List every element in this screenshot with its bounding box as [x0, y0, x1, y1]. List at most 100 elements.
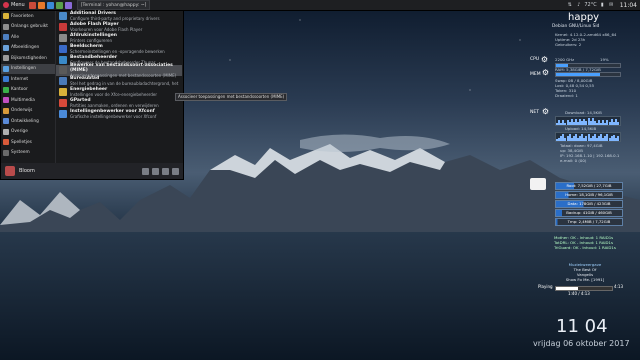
file-manager-launcher-icon[interactable]	[46, 1, 54, 9]
category-label: Onlangs gebruikt	[11, 24, 48, 30]
network-icon[interactable]: ⇅	[566, 2, 573, 9]
temperature-label: 72°C	[584, 2, 597, 8]
system-info: Kernel: 4.12.0-2-amd64 x86_64 Uptime: 2d…	[555, 32, 616, 47]
cpu-icon: ⚙	[540, 55, 549, 64]
app-description: Printers configureren	[70, 37, 113, 43]
menu-app-item[interactable]: Adobe Flash Player Voorkeuren voor Adobe …	[56, 22, 182, 33]
app-description: Schermeinstellingen en -opvragende bewer…	[70, 48, 165, 54]
logout-icon[interactable]	[172, 167, 179, 175]
category-icon	[3, 118, 9, 125]
editor-launcher-icon[interactable]	[55, 1, 63, 9]
menu-app-item[interactable]: Bureaublad Stel het gedrag in van de bure…	[56, 76, 182, 87]
menu-category-item[interactable]: Overige	[1, 127, 55, 138]
menu-category-item[interactable]: Favorieten	[1, 11, 55, 22]
disk-usage-bar: Tmp: 2,4MiB / 7,72GiB	[555, 218, 623, 226]
menu-category-item[interactable]: Onlangs gebruikt	[1, 22, 55, 33]
settings-icon[interactable]	[142, 167, 149, 175]
raid-status: Mother: OK - Inhoud: 1 RAID1s TotDRL: OK…	[554, 235, 616, 250]
menu-app-item[interactable]: Afdrukinstellingen Printers configureren	[56, 33, 182, 44]
menu-category-item[interactable]: Internet	[1, 74, 55, 85]
battery-icon[interactable]: ▮	[599, 2, 606, 9]
category-label: Spelletjes	[11, 139, 32, 145]
firefox-launcher-icon[interactable]	[37, 1, 45, 9]
user-avatar	[5, 166, 15, 176]
whisker-menu-button[interactable]: Menu	[0, 0, 28, 10]
media-launcher-icon[interactable]	[64, 1, 72, 9]
category-label: Bijkomstigheden	[11, 55, 47, 61]
app-title: Bewerker van bestandssoort-associaties (…	[70, 62, 173, 73]
memory-info: Swap: 0B / 8,00GiB Lost: 0,48 0,54 0,55 …	[555, 78, 594, 98]
download-rate: Download: 14,5KiB	[565, 110, 602, 115]
category-icon	[3, 55, 9, 62]
category-icon	[3, 44, 9, 51]
disk-usage-bar: Root: 7,52GiB / 27,7GiB	[555, 182, 623, 190]
app-text: Instellingenbewerker voor Xfconf Grafisch…	[70, 109, 156, 119]
terminal-launcher-icon[interactable]	[28, 1, 36, 9]
download-graph	[555, 116, 621, 126]
category-label: Favorieten	[11, 13, 34, 19]
menu-app-item[interactable]: Additional Drivers Configure third-party …	[56, 11, 182, 22]
menu-category-item[interactable]: Spelletjes	[1, 137, 55, 148]
category-label: Alle	[11, 34, 19, 40]
mem-label: MEM	[530, 72, 541, 77]
taskbar-terminal-window[interactable]: [Terminal : yohan@happy: ~]	[76, 0, 151, 10]
category-label: Kantoor	[11, 87, 28, 93]
app-icon	[59, 77, 67, 86]
category-icon	[3, 97, 9, 104]
desktop-clock-time: 11 04	[556, 316, 608, 337]
hard-disk-icon	[530, 178, 546, 190]
cpu-label: CPU	[530, 57, 540, 62]
app-text: Beeldscherm Schermeinstellingen en -opvra…	[70, 44, 165, 54]
menu-category-item[interactable]: Instellingen	[1, 63, 55, 74]
category-icon	[3, 128, 9, 135]
category-icon	[3, 65, 9, 72]
debian-logo-icon	[3, 2, 9, 8]
menu-app-item[interactable]: Beeldscherm Schermeinstellingen en -opvra…	[56, 43, 182, 54]
music-player-info: Muziekweergave The Best Of Vangelis Show…	[540, 262, 630, 282]
menu-category-item[interactable]: Multimedia	[1, 95, 55, 106]
category-label: Overige	[11, 129, 28, 135]
menu-app-item[interactable]: Bewerker van bestandssoort-associaties (…	[56, 62, 182, 78]
app-icon	[59, 23, 67, 32]
menu-category-item[interactable]: Bijkomstigheden	[1, 53, 55, 64]
menu-category-item[interactable]: Ontwikkeling	[1, 116, 55, 127]
category-label: Instellingen	[11, 66, 36, 72]
menu-app-item[interactable]: Energiebeheer Instellingen voor de Xfce-e…	[56, 87, 182, 98]
panel-clock[interactable]: 11:04	[620, 2, 637, 9]
menu-app-item[interactable]: GParted Partities aanmaken, ordenen en ve…	[56, 97, 182, 108]
notification-icon[interactable]: ✉	[608, 2, 615, 9]
menu-category-item[interactable]: Systeem	[1, 148, 55, 159]
category-label: Afbeeldingen	[11, 45, 40, 51]
category-icon	[3, 13, 9, 20]
menu-app-item[interactable]: Instellingenbewerker voor Xfconf Grafisch…	[56, 108, 182, 119]
track-position: 1:40 / 4:13	[568, 291, 590, 296]
app-description: Grafische instellingenbewerker voor Xfco…	[70, 113, 157, 119]
menu-category-item[interactable]: Kantoor	[1, 85, 55, 96]
app-text: Energiebeheer Instellingen voor de Xfce-e…	[70, 87, 157, 97]
playing-label: Playing	[538, 284, 553, 289]
ram-bar-fill	[556, 73, 601, 76]
raid-line: TriGuard: OK - Inhoud: 1 RAID1s	[554, 245, 616, 250]
category-icon	[3, 76, 9, 83]
menu-category-item[interactable]: Afbeeldingen	[1, 43, 55, 54]
disk-usage-bar: Home: 18,1GiB / 96,1GiB	[555, 191, 623, 199]
app-icon	[59, 44, 67, 53]
app-description: Instellingen voor de Xfce-energiebeheerd…	[70, 91, 158, 97]
menu-category-item[interactable]: Onderwijs	[1, 106, 55, 117]
category-label: Multimedia	[11, 97, 35, 103]
graph-bar	[616, 121, 619, 125]
menu-app-list: Additional Drivers Configure third-party …	[55, 11, 182, 163]
lock-icon[interactable]	[152, 167, 159, 175]
app-description: Stel het gedrag in van de bureaubladacht…	[70, 81, 179, 87]
menu-category-item[interactable]: Alle	[1, 32, 55, 43]
switch-user-icon[interactable]	[162, 167, 169, 175]
app-icon	[59, 12, 67, 21]
network-info: Totaal: down: 97,4GiB up: 38,4GiB IP: 19…	[560, 143, 619, 163]
desktop-clock-date: vrijdag 06 oktober 2017	[533, 339, 630, 348]
track-length: 4:13	[614, 284, 623, 289]
menu-footer: Bloom	[1, 163, 183, 179]
session-actions	[142, 167, 179, 175]
disk-usage-bar: Data: 178GiB / 423GiB	[555, 200, 623, 208]
volume-icon[interactable]: ♪	[575, 2, 582, 9]
app-text: GParted Partities aanmaken, ordenen en ve…	[70, 98, 159, 108]
